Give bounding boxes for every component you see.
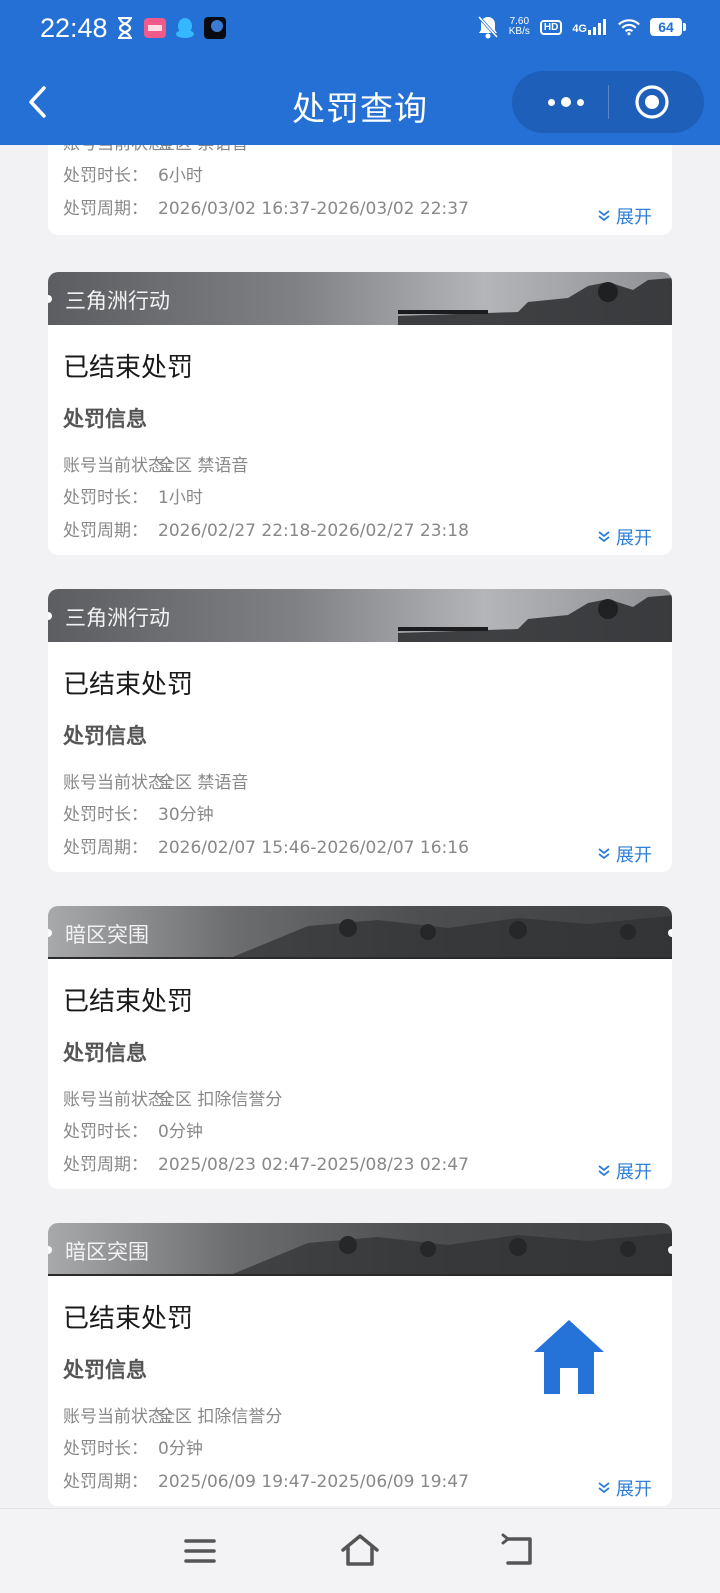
- status-bar: 22:48 7.60 KB/s HD 4G 64: [0, 0, 720, 60]
- account-state-row: 账号当前状态：全区 扣除信誉分: [63, 1407, 283, 1427]
- section-title: 处罚信息: [63, 407, 147, 431]
- game-name: 三角洲行动: [65, 606, 170, 630]
- penalty-card: 三角洲行动 已结束处罚 处罚信息 账号当前状态：全区 禁语音 处罚时长： 30分钟…: [48, 589, 672, 872]
- network-speed: 7.60 KB/s: [508, 16, 530, 37]
- menu-icon: [184, 1539, 216, 1563]
- penalty-card-partial: 账号当前状态：全区 禁语音 处罚时长：6小时 处罚周期：2026/03/02 1…: [48, 145, 672, 235]
- penalty-card: 三角洲行动 已结束处罚 处罚信息 账号当前状态：全区 禁语音 处罚时长： 1小时 …: [48, 272, 672, 555]
- duration-row: 处罚时长： 0分钟: [63, 1439, 203, 1459]
- app-dark-icon: [204, 17, 226, 39]
- account-state-row: 账号当前状态：全区 扣除信誉分: [63, 1090, 283, 1110]
- period-row: 处罚周期： 2025/08/23 02:47-2025/08/23 02:47: [63, 1155, 469, 1175]
- account-state-row: 账号当前状态：全区 禁语音: [63, 456, 249, 476]
- expand-button[interactable]: 展开: [598, 841, 652, 867]
- account-state-row: 账号当前状态：全区 禁语音: [63, 145, 248, 154]
- target-close-icon: [635, 85, 669, 119]
- game-banner: 暗区突围: [48, 906, 672, 959]
- double-chevron-down-icon: [598, 1165, 610, 1177]
- capsule-divider: [608, 85, 609, 119]
- system-navigation-bar: [0, 1508, 720, 1593]
- app-notification-icon: [144, 17, 166, 39]
- game-banner: 暗区突围: [48, 1223, 672, 1276]
- status-notification-icons: [114, 17, 226, 39]
- expand-button[interactable]: 展开: [598, 1158, 652, 1184]
- return-icon: [501, 1533, 532, 1565]
- account-state-row: 账号当前状态：全区 禁语音: [63, 773, 249, 793]
- wifi-icon: [618, 16, 640, 38]
- expand-button[interactable]: 展开: [598, 203, 652, 229]
- status-system-icons: 7.60 KB/s HD 4G 64: [477, 15, 686, 39]
- game-banner: 三角洲行动: [48, 589, 672, 642]
- close-miniprogram-button[interactable]: [634, 84, 670, 120]
- qq-icon: [174, 17, 196, 39]
- period-row: 处罚周期： 2025/06/09 19:47-2025/06/09 19:47: [63, 1472, 469, 1492]
- duration-row: 处罚时长： 6小时: [63, 166, 203, 186]
- section-title: 处罚信息: [63, 1358, 147, 1382]
- double-chevron-down-icon: [598, 531, 610, 543]
- nav-bar: 处罚查询: [0, 60, 720, 145]
- penalty-status: 已结束处罚: [63, 353, 194, 383]
- home-icon: [534, 1320, 604, 1394]
- double-chevron-down-icon: [598, 1482, 610, 1494]
- period-row: 处罚周期： 2026/03/02 16:37-2026/03/02 22:37: [63, 199, 469, 219]
- home-outline-icon: [341, 1534, 379, 1566]
- menu-button[interactable]: [180, 1531, 220, 1571]
- section-title: 处罚信息: [63, 1041, 147, 1065]
- cellular-signal-icon: 4G: [572, 19, 608, 35]
- bell-muted-icon: [477, 15, 499, 39]
- section-title: 处罚信息: [63, 724, 147, 748]
- hourglass-icon: [114, 17, 136, 39]
- duration-row: 处罚时长： 30分钟: [63, 805, 214, 825]
- expand-button[interactable]: 展开: [598, 1475, 652, 1501]
- home-floating-button[interactable]: [532, 1318, 606, 1394]
- game-name: 暗区突围: [65, 923, 149, 947]
- penalty-status: 已结束处罚: [63, 1304, 194, 1334]
- double-chevron-down-icon: [598, 210, 610, 222]
- double-chevron-down-icon: [598, 848, 610, 860]
- battery-indicator: 64: [650, 18, 686, 36]
- more-dots-icon: [548, 98, 555, 106]
- penalty-status: 已结束处罚: [63, 670, 194, 700]
- period-row: 处罚周期： 2026/02/07 15:46-2026/02/07 16:16: [63, 838, 469, 858]
- miniprogram-capsule: [512, 71, 704, 133]
- game-name: 三角洲行动: [65, 289, 170, 313]
- duration-row: 处罚时长： 1小时: [63, 488, 203, 508]
- game-name: 暗区突围: [65, 1240, 149, 1264]
- hd-badge: HD: [539, 19, 563, 35]
- penalty-card: 暗区突围 已结束处罚 处罚信息 账号当前状态：全区 扣除信誉分 处罚时长： 0分钟…: [48, 906, 672, 1189]
- penalty-list[interactable]: 账号当前状态：全区 禁语音 处罚时长：6小时 处罚周期：2026/03/02 1…: [0, 145, 720, 1508]
- home-nav-button[interactable]: [340, 1531, 380, 1571]
- penalty-status: 已结束处罚: [63, 987, 194, 1017]
- expand-button[interactable]: 展开: [598, 524, 652, 550]
- back-nav-button[interactable]: [500, 1531, 540, 1571]
- duration-row: 处罚时长： 0分钟: [63, 1122, 203, 1142]
- game-banner: 三角洲行动: [48, 272, 672, 325]
- period-row: 处罚周期： 2026/02/27 22:18-2026/02/27 23:18: [63, 521, 469, 541]
- more-button[interactable]: [532, 71, 600, 133]
- status-time: 22:48: [40, 13, 108, 43]
